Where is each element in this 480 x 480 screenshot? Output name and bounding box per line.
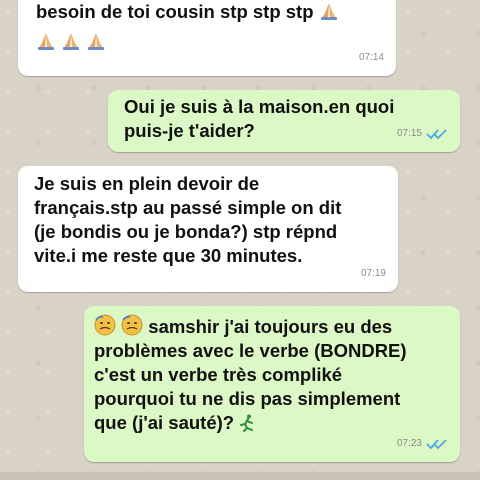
message-bubble-incoming[interactable]: Je suis en plein devoir de français.stp … [18,166,398,292]
chat-area: besoin de toi cousin stp stp stp 07:14 O… [0,0,480,480]
message-text-line-with-emoji: samshir j'ai toujours eu des [94,314,446,339]
timestamp: 07:19 [360,268,386,279]
face-emoji [94,314,116,336]
message-bubble-outgoing[interactable]: Oui je suis à la maison.en quoi puis-je … [108,90,460,152]
message-text-line: français.stp au passé simple on dit [34,197,342,218]
message-text-line: problèmes avec le verbe (BONDRE) [94,340,407,361]
message-text: samshir j'ai toujours eu des problèmes a… [94,314,446,435]
message-meta: 07:23 [397,432,448,456]
message-text-line: (je bondis ou je bonda?) stp répnd [34,221,338,242]
message-text: besoin de toi cousin stp stp stp [36,0,382,24]
message-meta: 07:19 [361,262,386,286]
folded-hands-emoji [88,33,105,50]
message-meta: 07:15 [397,122,448,146]
folded-hands-emoji [63,33,80,50]
message-text-line: Oui je suis à la maison.en quoi [124,96,395,117]
message-text-line: vite.i me reste que 30 minutes. [34,245,303,266]
face-emoji [121,314,143,336]
folded-hands-emoji [38,33,54,50]
running-person-emoji [240,414,254,432]
timestamp: 07:14 [358,52,384,63]
folded-hands-emoji [320,3,337,20]
timestamp: 07:15 [396,128,422,139]
double-check-icon [426,439,447,450]
message-text-line-with-emoji: que (j'ai sauté)? [94,411,446,435]
double-check-icon [426,129,447,140]
message-text-line: pourquoi tu ne dis pas simplement [94,388,401,409]
message-text: Je suis en plein devoir de français.stp … [34,172,384,268]
message-bubble-incoming[interactable]: besoin de toi cousin stp stp stp 07:14 [18,0,396,76]
message-bubble-outgoing[interactable]: samshir j'ai toujours eu des problèmes a… [84,306,460,462]
message-text-line: Je suis en plein devoir de [34,173,260,194]
message-text-line: que (j'ai sauté)? [94,412,235,433]
message-text-line: besoin de toi cousin stp stp stp [36,1,314,22]
timestamp: 07:23 [396,438,422,449]
emoji-row [36,30,382,54]
message-text-line: c'est un verbe très compliké [94,364,343,385]
message-text-line: samshir j'ai toujours eu des [148,316,393,337]
message-meta: 07:14 [359,46,384,70]
bottom-edge [0,472,480,480]
